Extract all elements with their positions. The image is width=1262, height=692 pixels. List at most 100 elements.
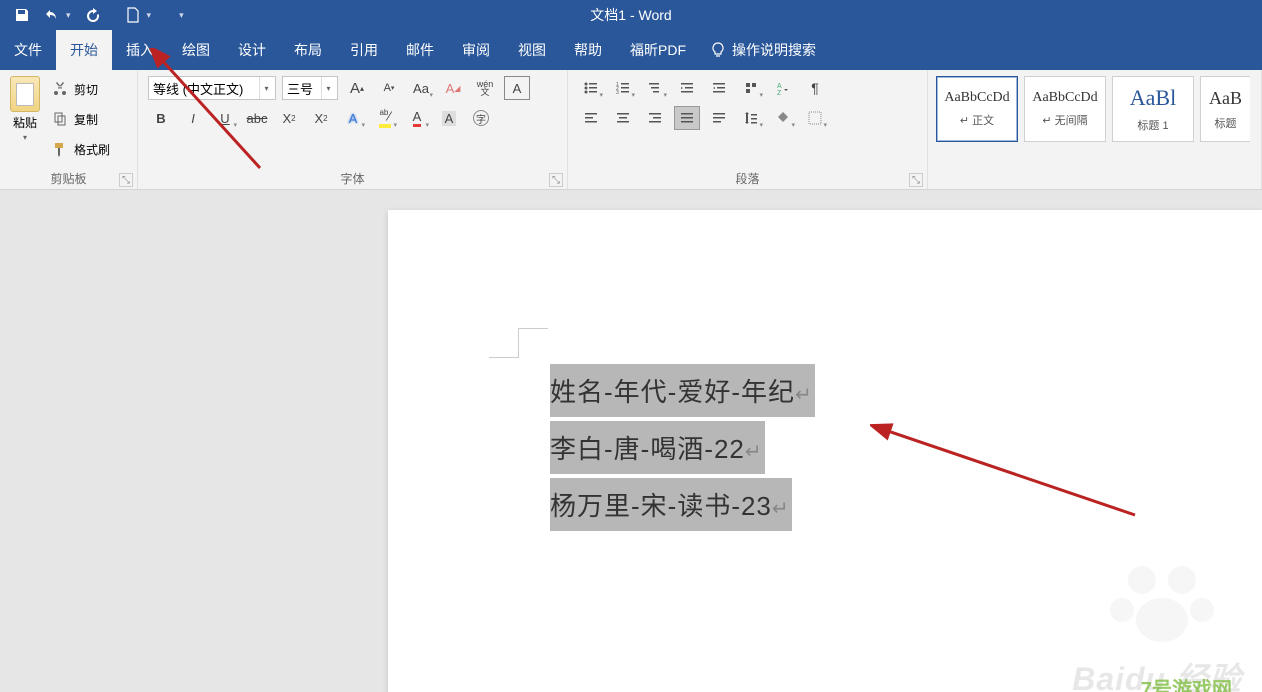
sort-button[interactable]: AZ [770, 76, 796, 100]
font-launcher-icon[interactable]: ⤡ [549, 173, 563, 187]
tab-insert[interactable]: 插入 [112, 30, 168, 70]
tell-me-search[interactable]: 操作说明搜索 [710, 30, 816, 70]
tab-view[interactable]: 视图 [504, 30, 560, 70]
title-bar: ▾ ▾ ▾ 文档1 - Word [0, 0, 1262, 30]
font-size-combo[interactable]: 三号▾ [282, 76, 338, 100]
underline-button[interactable]: U▾ [212, 106, 238, 130]
clipboard-launcher-icon[interactable]: ⤡ [119, 173, 133, 187]
doc-line-1[interactable]: 姓名-年代-爱好-年纪↵ [550, 364, 815, 417]
format-painter-button[interactable]: 格式刷 [48, 136, 114, 162]
redo-icon[interactable] [85, 7, 101, 23]
show-marks-button[interactable]: ¶ [802, 76, 828, 100]
phonetic-guide-button[interactable]: wén文 [472, 76, 498, 100]
char-shading-button[interactable]: A [436, 106, 462, 130]
undo-icon[interactable] [44, 7, 60, 23]
margin-marker [518, 328, 548, 358]
clear-format-button[interactable]: A◢ [440, 76, 466, 100]
increase-indent-button[interactable] [706, 76, 732, 100]
copy-button[interactable]: 复制 [48, 106, 114, 132]
svg-text:A: A [777, 83, 782, 90]
style-sample: AaBbCcDd [1032, 90, 1097, 106]
qat-customize-icon[interactable]: ▾ [179, 10, 184, 21]
align-center-button[interactable] [610, 106, 636, 130]
style-nospace[interactable]: AaBbCcDd ↵ 无间隔 [1024, 76, 1106, 142]
paragraph-mark-icon: ↵ [772, 498, 790, 520]
align-left-button[interactable] [578, 106, 604, 130]
svg-text:Z: Z [777, 90, 782, 96]
cut-button[interactable]: 剪切 [48, 76, 114, 102]
style-heading2[interactable]: AaB 标题 [1200, 76, 1250, 142]
tab-references[interactable]: 引用 [336, 30, 392, 70]
brush-icon [52, 141, 68, 157]
selected-text-block[interactable]: 姓名-年代-爱好-年纪↵ 李白-唐-喝酒-22↵ 杨万里-宋-读书-23↵ [550, 364, 815, 535]
style-h1-label: 标题 1 [1137, 117, 1168, 133]
font-name-combo[interactable]: 等线 (中文正文)▾ [148, 76, 276, 100]
bullets-button[interactable]: ▾ [578, 76, 604, 100]
char-border-button[interactable]: A [504, 76, 530, 100]
enclose-char-button[interactable]: 字 [468, 106, 494, 130]
style-normal[interactable]: AaBbCcDd ↵ 正文 [936, 76, 1018, 142]
superscript-button[interactable]: X2 [308, 106, 334, 130]
paste-button[interactable]: 粘贴 ▾ [4, 74, 46, 142]
tab-layout[interactable]: 布局 [280, 30, 336, 70]
tab-review[interactable]: 审阅 [448, 30, 504, 70]
chevron-down-icon[interactable]: ▾ [321, 77, 335, 99]
document-page[interactable]: 姓名-年代-爱好-年纪↵ 李白-唐-喝酒-22↵ 杨万里-宋-读书-23↵ Ba… [388, 210, 1262, 692]
tell-me-label: 操作说明搜索 [732, 40, 816, 60]
group-clipboard: 粘贴 ▾ 剪切 复制 格式刷 剪贴板 ⤡ [0, 70, 138, 189]
new-doc-dropdown-icon[interactable]: ▾ [147, 10, 152, 21]
new-doc-icon[interactable] [125, 7, 141, 23]
style-h2-label: 标题 [1215, 115, 1237, 131]
decrease-indent-button[interactable] [674, 76, 700, 100]
change-case-button[interactable]: Aa▾ [408, 76, 434, 100]
clipboard-group-label: 剪贴板 [50, 170, 86, 187]
doc-line-2-text: 李白-唐-喝酒-22 [550, 434, 745, 464]
shrink-font-button[interactable]: A▾ [376, 76, 402, 100]
tab-mailings[interactable]: 邮件 [392, 30, 448, 70]
ribbon-tabs: 文件 开始 插入 绘图 设计 布局 引用 邮件 审阅 视图 帮助 福昕PDF 操… [0, 30, 1262, 70]
chevron-down-icon[interactable]: ▾ [259, 77, 273, 99]
doc-line-3-text: 杨万里-宋-读书-23 [550, 491, 772, 521]
strikethrough-button[interactable]: abc [244, 106, 270, 130]
shading-button[interactable]: ▾ [770, 106, 796, 130]
distribute-button[interactable] [706, 106, 732, 130]
line-spacing-button[interactable]: ▾ [738, 106, 764, 130]
watermark-paw-icon [1082, 555, 1242, 660]
justify-button[interactable] [674, 106, 700, 130]
quick-access-toolbar: ▾ ▾ ▾ [0, 7, 184, 23]
paste-dropdown-icon[interactable]: ▾ [23, 133, 27, 142]
tab-draw[interactable]: 绘图 [168, 30, 224, 70]
tab-help[interactable]: 帮助 [560, 30, 616, 70]
watermark-site: 7号游戏网 [1141, 673, 1232, 692]
copy-icon [52, 111, 68, 127]
align-right-button[interactable] [642, 106, 668, 130]
font-color-button[interactable]: A▾ [404, 106, 430, 130]
italic-button[interactable]: I [180, 106, 206, 130]
undo-dropdown-icon[interactable]: ▾ [66, 10, 71, 21]
tab-design[interactable]: 设计 [224, 30, 280, 70]
doc-line-2[interactable]: 李白-唐-喝酒-22↵ [550, 421, 765, 474]
asian-layout-button[interactable]: ▾ [738, 76, 764, 100]
format-painter-label: 格式刷 [74, 141, 110, 158]
style-heading1[interactable]: AaBl 标题 1 [1112, 76, 1194, 142]
subscript-button[interactable]: X2 [276, 106, 302, 130]
numbering-button[interactable]: 123▾ [610, 76, 636, 100]
doc-line-1-text: 姓名-年代-爱好-年纪 [550, 377, 795, 407]
style-sample: AaB [1209, 88, 1242, 109]
tab-foxit[interactable]: 福昕PDF [616, 30, 700, 70]
multilevel-list-button[interactable]: ▾ [642, 76, 668, 100]
highlight-button[interactable]: ab⁄▾ [372, 106, 398, 130]
style-sample: AaBl [1130, 85, 1176, 111]
text-effects-button[interactable]: A▾ [340, 106, 366, 130]
doc-line-3[interactable]: 杨万里-宋-读书-23↵ [550, 478, 792, 531]
document-workspace: 姓名-年代-爱好-年纪↵ 李白-唐-喝酒-22↵ 杨万里-宋-读书-23↵ Ba… [0, 190, 1262, 692]
grow-font-button[interactable]: A▴ [344, 76, 370, 100]
paragraph-mark-icon: ↵ [745, 441, 763, 463]
bold-button[interactable]: B [148, 106, 174, 130]
tab-file[interactable]: 文件 [0, 30, 56, 70]
borders-button[interactable]: ▾ [802, 106, 828, 130]
font-group-label: 字体 [340, 170, 364, 187]
save-icon[interactable] [14, 7, 30, 23]
paragraph-launcher-icon[interactable]: ⤡ [909, 173, 923, 187]
tab-home[interactable]: 开始 [56, 30, 112, 70]
